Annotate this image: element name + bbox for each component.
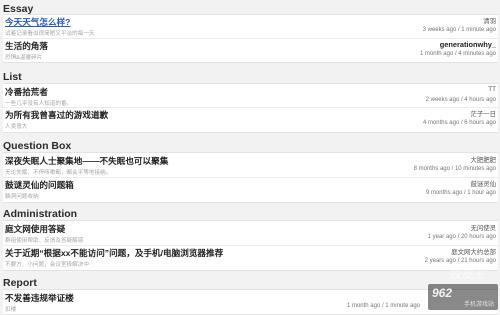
- topic-title[interactable]: 今天天气怎么样?: [5, 16, 70, 28]
- topic-time: 3 weeks ago / 1 minute ago: [422, 27, 496, 33]
- topic-title[interactable]: 鼓谜灵仙的问题箱: [5, 179, 74, 191]
- section-title: Report: [3, 277, 37, 289]
- topic-user[interactable]: 大肥肥肥: [470, 155, 496, 164]
- watermark-sub: 手机游戏站: [464, 302, 495, 308]
- topic-time: 2 weeks ago / 4 hours ago: [425, 97, 496, 103]
- topic-user[interactable]: 无问使灵: [470, 223, 496, 232]
- topic-user[interactable]: 鼓谜灵仙: [470, 179, 496, 188]
- row-divider: [3, 107, 498, 108]
- section-title: List: [3, 71, 22, 83]
- topic-description: 脑洞问题收纳: [5, 194, 39, 200]
- topic-time: 8 months ago / 10 minutes ago: [413, 166, 496, 172]
- topic-title[interactable]: 深夜失眠人士聚集地——不失眠也可以聚集: [5, 155, 168, 167]
- topic-title[interactable]: 为所有我曾喜过的游戏道歉: [5, 109, 108, 121]
- topic-description: 人类意大: [5, 124, 28, 130]
- topic-card: 冷番拾荒者 一些几乎没有人知道的番。 TT 2 weeks ago / 4 ho…: [3, 83, 498, 133]
- topic-title[interactable]: 庭文网使用答疑: [5, 223, 65, 235]
- topic-time: 1 month ago / 1 minute ago: [346, 303, 420, 309]
- section-title: Question Box: [3, 140, 72, 152]
- topic-card: 庭文网使用答疑 群组使用帮助、反馈及答疑解惑 无问使灵 1 year ago /…: [3, 220, 498, 271]
- watermark-logo: 962 手机游戏站: [428, 284, 498, 310]
- topic-time: 2 years ago / 21 hours ago: [424, 258, 496, 264]
- topic-card: 深夜失眠人士聚集地——不失眠也可以聚集 无论失眠、不停咳嗽都，都会平等地接纳。 …: [3, 152, 498, 203]
- topic-title[interactable]: 生活的角落: [5, 40, 48, 52]
- topic-time: 1 month ago / 4 minutes ago: [419, 51, 496, 57]
- topic-user[interactable]: TT: [488, 86, 496, 93]
- topic-user[interactable]: 庭文网大约总部: [451, 247, 496, 256]
- topic-time: 4 months ago / 6 hours ago: [422, 120, 496, 126]
- row-divider: [3, 177, 498, 178]
- topic-description: 群组使用帮助、反馈及答疑解惑: [5, 238, 84, 244]
- topic-description: 不要方、小问题，会议室极解决中: [5, 262, 89, 268]
- topic-user[interactable]: generationwhy_: [440, 40, 496, 49]
- topic-card: 今天天气怎么样? 试着记录看似很简陋又平淡的每一天 清羽 3 weeks ago…: [3, 14, 498, 63]
- topic-description: 试着记录看似很简陋又平淡的每一天: [5, 31, 95, 37]
- section-title: Administration: [3, 208, 78, 220]
- topic-time: 9 months ago / 1 hour ago: [425, 190, 496, 196]
- topic-user[interactable]: 茫子一日: [470, 109, 496, 118]
- topic-user[interactable]: 清羽: [483, 16, 496, 25]
- topic-title[interactable]: 不发善违规举证楼: [5, 292, 74, 304]
- topic-description: 无论失眠、不停咳嗽都，都会平等地接纳。: [5, 170, 112, 176]
- row-divider: [3, 38, 498, 39]
- topic-time: 1 year ago / 20 hours ago: [427, 234, 496, 240]
- topic-description: 一些几乎没有人知道的番。: [5, 101, 73, 107]
- topic-title[interactable]: 冷番拾荒者: [5, 86, 48, 98]
- topic-description: 恐惧&温暖碎片: [5, 55, 43, 61]
- watermark-ghost-text: 胶皮王: [449, 267, 486, 281]
- topic-card: 不发善违规举证楼 扣楼 1 month ago / 1 minute ago: [3, 289, 498, 315]
- row-divider: [3, 245, 498, 246]
- watermark-main: 962: [432, 286, 453, 300]
- topic-title[interactable]: 关于近期“根据xx不能访问”问题，及手机/电脑浏览器推荐: [5, 247, 223, 259]
